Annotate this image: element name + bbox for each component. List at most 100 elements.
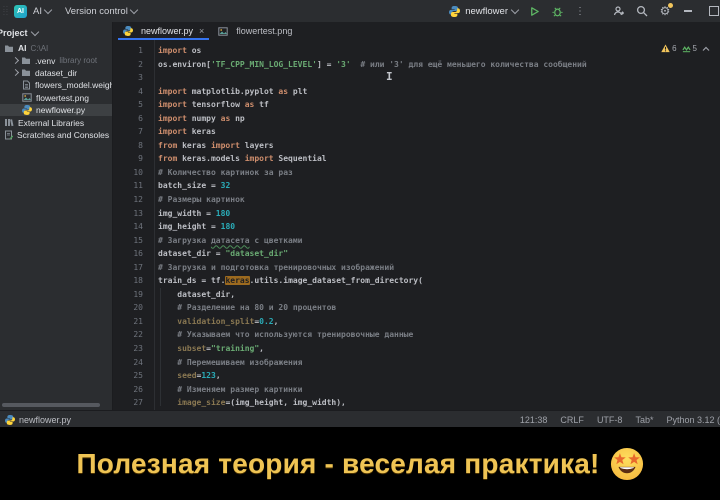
run-configuration-selector[interactable]: newflower: [447, 4, 518, 18]
code-line-6: import numpy as np: [158, 112, 720, 126]
line-number: 11: [113, 179, 143, 193]
tree-item-label: newflower.py: [36, 105, 85, 115]
code-line-17: # Загрузка и подготовка тренировочных из…: [158, 261, 720, 275]
line-number: 1: [113, 44, 143, 58]
tab-newflower-py[interactable]: newflower.py×: [116, 22, 211, 40]
chevron-down-icon: [44, 6, 52, 14]
window-drag-handle: ::::: [3, 6, 8, 16]
inspections-widget[interactable]: 6 5: [661, 44, 710, 53]
code-line-10: # Количество картинок за раз: [158, 166, 720, 180]
project-horizontal-scrollbar[interactable]: [2, 403, 100, 407]
mouse-ibeam-cursor: I: [386, 70, 393, 83]
folder-icon: [4, 44, 14, 53]
chevron-expand-icon[interactable]: [12, 69, 19, 76]
line-number: 5: [113, 98, 143, 112]
version-control-widget[interactable]: Version control: [65, 6, 137, 17]
tree-item-newflower-py[interactable]: newflower.py: [0, 104, 112, 116]
code-line-3: [158, 71, 720, 85]
code-line-23: subset="training",: [158, 342, 720, 356]
line-number: 26: [113, 383, 143, 397]
code-line-7: import keras: [158, 125, 720, 139]
tree-item-label: External Libraries: [18, 118, 84, 128]
chevron-down-icon: [511, 6, 519, 14]
window-maximize-button[interactable]: [704, 4, 718, 18]
status-widgets: 121:38 CRLF UTF-8 Tab* Python 3.12 (: [520, 415, 720, 425]
chevron-down-icon: [30, 28, 38, 36]
status-widget[interactable]: Python 3.12 (: [666, 415, 720, 425]
tree-item-dataset-dir[interactable]: dataset_dir: [0, 67, 112, 79]
line-number: 16: [113, 247, 143, 261]
code-line-8: from keras import layers: [158, 139, 720, 153]
line-number: 10: [113, 166, 143, 180]
line-number: 6: [113, 112, 143, 126]
line-number: 24: [113, 356, 143, 370]
tree-item-annotation: library root: [59, 56, 97, 65]
code-line-1: import os: [158, 44, 720, 58]
image-icon: [218, 27, 228, 36]
screenshot-root: :::: AI AI Version control newflower: [0, 0, 720, 500]
tree-item-external-libraries[interactable]: External Libraries: [0, 116, 112, 128]
code-line-14: img_height = 180: [158, 220, 720, 234]
tab-label: flowertest.png: [236, 26, 292, 36]
project-panel: Project AI C:\AI .venv library root dataset_…: [0, 22, 113, 410]
close-tab-icon[interactable]: ×: [199, 26, 204, 36]
code-text: import osos.environ['TF_CPP_MIN_LOG_LEVE…: [158, 44, 720, 410]
code-line-13: img_width = 180: [158, 207, 720, 221]
line-number: 15: [113, 234, 143, 248]
status-widget[interactable]: UTF-8: [597, 415, 623, 425]
python-icon: [5, 415, 15, 425]
folder-icon: [21, 56, 31, 65]
run-button[interactable]: [527, 4, 541, 18]
library-icon: [4, 118, 14, 127]
tree-item-flowertest-png[interactable]: flowertest.png: [0, 92, 112, 104]
ai-project-logo: AI: [14, 5, 27, 18]
code-line-9: from keras.models import Sequential: [158, 152, 720, 166]
window-minimize-button[interactable]: [681, 4, 695, 18]
tree-item-ai[interactable]: AI C:\AI: [0, 42, 112, 54]
line-number: 9: [113, 152, 143, 166]
status-widget[interactable]: 121:38: [520, 415, 548, 425]
status-widget[interactable]: Tab*: [635, 415, 653, 425]
line-number: 4: [113, 85, 143, 99]
project-panel-header[interactable]: Project: [0, 22, 112, 42]
typo-icon: [682, 45, 691, 53]
star-struck-emoji: [610, 447, 644, 481]
code-line-26: # Изменяем размер картинки: [158, 383, 720, 397]
ide-window: :::: AI AI Version control newflower: [0, 0, 720, 427]
status-bar: newflower.py 121:38 CRLF UTF-8 Tab* Python 3…: [0, 410, 720, 428]
debug-button[interactable]: [550, 4, 564, 18]
tree-item-label: AI: [18, 43, 27, 53]
status-current-file[interactable]: newflower.py: [0, 415, 71, 425]
code-line-11: batch_size = 32: [158, 179, 720, 193]
tree-item-label: flowers_model.weights.h5: [35, 80, 113, 90]
line-number: 3: [113, 71, 143, 85]
line-number: 14: [113, 220, 143, 234]
more-actions-button[interactable]: ⋮: [573, 4, 587, 18]
line-number: 13: [113, 207, 143, 221]
code-line-27: image_size=(img_height, img_width),: [158, 396, 720, 410]
scratch-icon: [4, 130, 13, 140]
tree-item-flowers-model-weights-h5[interactable]: flowers_model.weights.h5: [0, 79, 112, 91]
code-line-22: # Указываем что используются тренировочн…: [158, 328, 720, 342]
code-line-21: validation_split=0.2,: [158, 315, 720, 329]
code-line-4: import matplotlib.pyplot as plt: [158, 85, 720, 99]
tree-item-scratches-and-consoles[interactable]: Scratches and Consoles: [0, 129, 112, 141]
warning-icon: [661, 44, 670, 53]
tree-item-annotation: C:\AI: [31, 44, 49, 53]
line-number: 17: [113, 261, 143, 275]
tree-item--venv[interactable]: .venv library root: [0, 54, 112, 66]
image-icon: [22, 93, 32, 102]
code-with-me-icon[interactable]: [612, 4, 626, 18]
settings-gear-icon[interactable]: ⚙: [658, 4, 672, 18]
chevron-expand-icon[interactable]: [12, 57, 19, 64]
tab-flowertest-png[interactable]: flowertest.png: [211, 22, 299, 40]
python-icon: [123, 26, 133, 36]
chevron-up-icon: [702, 46, 710, 52]
main-menu-button[interactable]: AI: [33, 6, 51, 17]
search-everywhere-icon[interactable]: [635, 4, 649, 18]
tree-item-label: .venv: [35, 56, 55, 66]
line-number: 7: [113, 125, 143, 139]
status-widget[interactable]: CRLF: [560, 415, 584, 425]
code-editor[interactable]: 1234567891011121314151617181920212223242…: [113, 40, 720, 410]
editor-area: newflower.py×flowertest.png 123456789101…: [113, 22, 720, 410]
